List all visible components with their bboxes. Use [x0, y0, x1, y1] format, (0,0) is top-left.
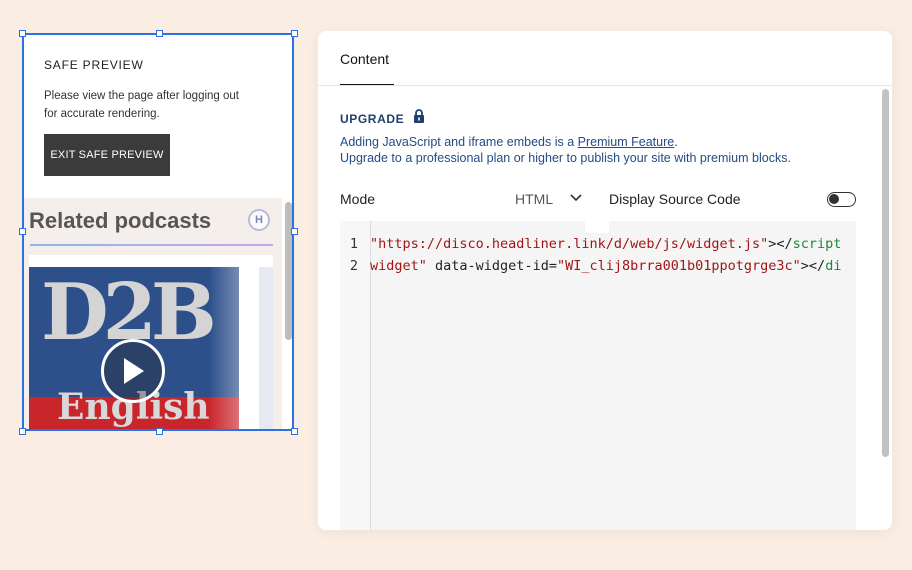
mode-select[interactable]: HTML: [508, 183, 588, 214]
code-line-1[interactable]: "https://disco.headliner.link/d/web/js/w…: [370, 236, 841, 252]
upgrade-message-prefix: Adding JavaScript and iframe embeds is a: [340, 135, 578, 149]
resize-handle-middle-left[interactable]: [19, 228, 26, 235]
line-number: 1: [349, 236, 358, 252]
safe-preview-box: SAFE PREVIEW Please view the page after …: [23, 34, 294, 198]
next-podcast-card[interactable]: [259, 267, 273, 431]
resize-handle-bottom-right[interactable]: [291, 428, 298, 435]
upgrade-heading: UPGRADE: [340, 112, 405, 126]
safe-preview-message: Please view the page after logging out f…: [44, 90, 239, 120]
tab-content[interactable]: Content: [340, 51, 389, 67]
upgrade-plan-message: Upgrade to a professional plan or higher…: [340, 151, 791, 165]
resize-handle-top-left[interactable]: [19, 30, 26, 37]
podcast-cover-image[interactable]: D2B English: [29, 267, 239, 431]
block-editor-panel: Content UPGRADE Adding JavaScript and if…: [318, 31, 892, 530]
resize-handle-middle-right[interactable]: [291, 228, 298, 235]
panel-scrollbar[interactable]: [882, 89, 889, 457]
code-punctuation: ></: [800, 258, 826, 274]
code-tag: script: [792, 236, 842, 252]
cover-fade: [209, 267, 239, 431]
code-attribute: data-widget-id=: [426, 258, 557, 274]
logo-letter: H: [255, 214, 263, 226]
play-icon: [124, 358, 144, 384]
resize-handle-bottom-left[interactable]: [19, 428, 26, 435]
toggle-knob: [829, 194, 839, 204]
display-source-code-toggle[interactable]: [827, 192, 856, 207]
lock-icon: [414, 109, 424, 123]
line-number: 2: [349, 258, 358, 274]
code-string: "WI_clij8brra001b01ppotgrge3c": [556, 258, 801, 274]
resize-handle-bottom-middle[interactable]: [156, 428, 163, 435]
line-number-gutter: 1 2: [340, 221, 371, 530]
code-string: widget": [370, 258, 427, 274]
display-source-code-label: Display Source Code: [609, 191, 741, 207]
upgrade-message: Adding JavaScript and iframe embeds is a…: [340, 135, 678, 149]
resize-handle-top-right[interactable]: [291, 30, 298, 37]
code-editor[interactable]: 1 2 "https://disco.headliner.link/d/web/…: [340, 221, 856, 530]
mode-label: Mode: [340, 191, 376, 207]
chevron-down-icon: [570, 194, 582, 202]
headliner-logo-icon: H: [248, 209, 270, 231]
code-tag: di: [825, 258, 842, 274]
safe-preview-title: SAFE PREVIEW: [44, 58, 144, 72]
code-punctuation: ></: [768, 236, 793, 252]
safe-preview-frame: SAFE PREVIEW Please view the page after …: [23, 34, 294, 431]
resize-handle-top-middle[interactable]: [156, 30, 163, 37]
related-podcasts-section: Related podcasts H D2B English: [23, 198, 294, 431]
code-string: "https://disco.headliner.link/d/web/js/w…: [370, 236, 769, 252]
mode-select-value: HTML: [515, 191, 554, 207]
code-line-2[interactable]: widget" data-widget-id="WI_clij8brra001b…: [370, 258, 841, 274]
editor-tab-notch: [585, 221, 609, 233]
tab-divider: [318, 85, 892, 86]
exit-safe-preview-button[interactable]: EXIT SAFE PREVIEW: [44, 134, 170, 176]
play-button[interactable]: [101, 339, 165, 403]
preview-scrollbar[interactable]: [285, 202, 292, 340]
related-podcasts-heading: Related podcasts: [29, 208, 212, 233]
premium-feature-link[interactable]: Premium Feature: [578, 135, 675, 149]
gradient-divider: [30, 244, 273, 246]
upgrade-message-suffix: .: [674, 135, 678, 149]
